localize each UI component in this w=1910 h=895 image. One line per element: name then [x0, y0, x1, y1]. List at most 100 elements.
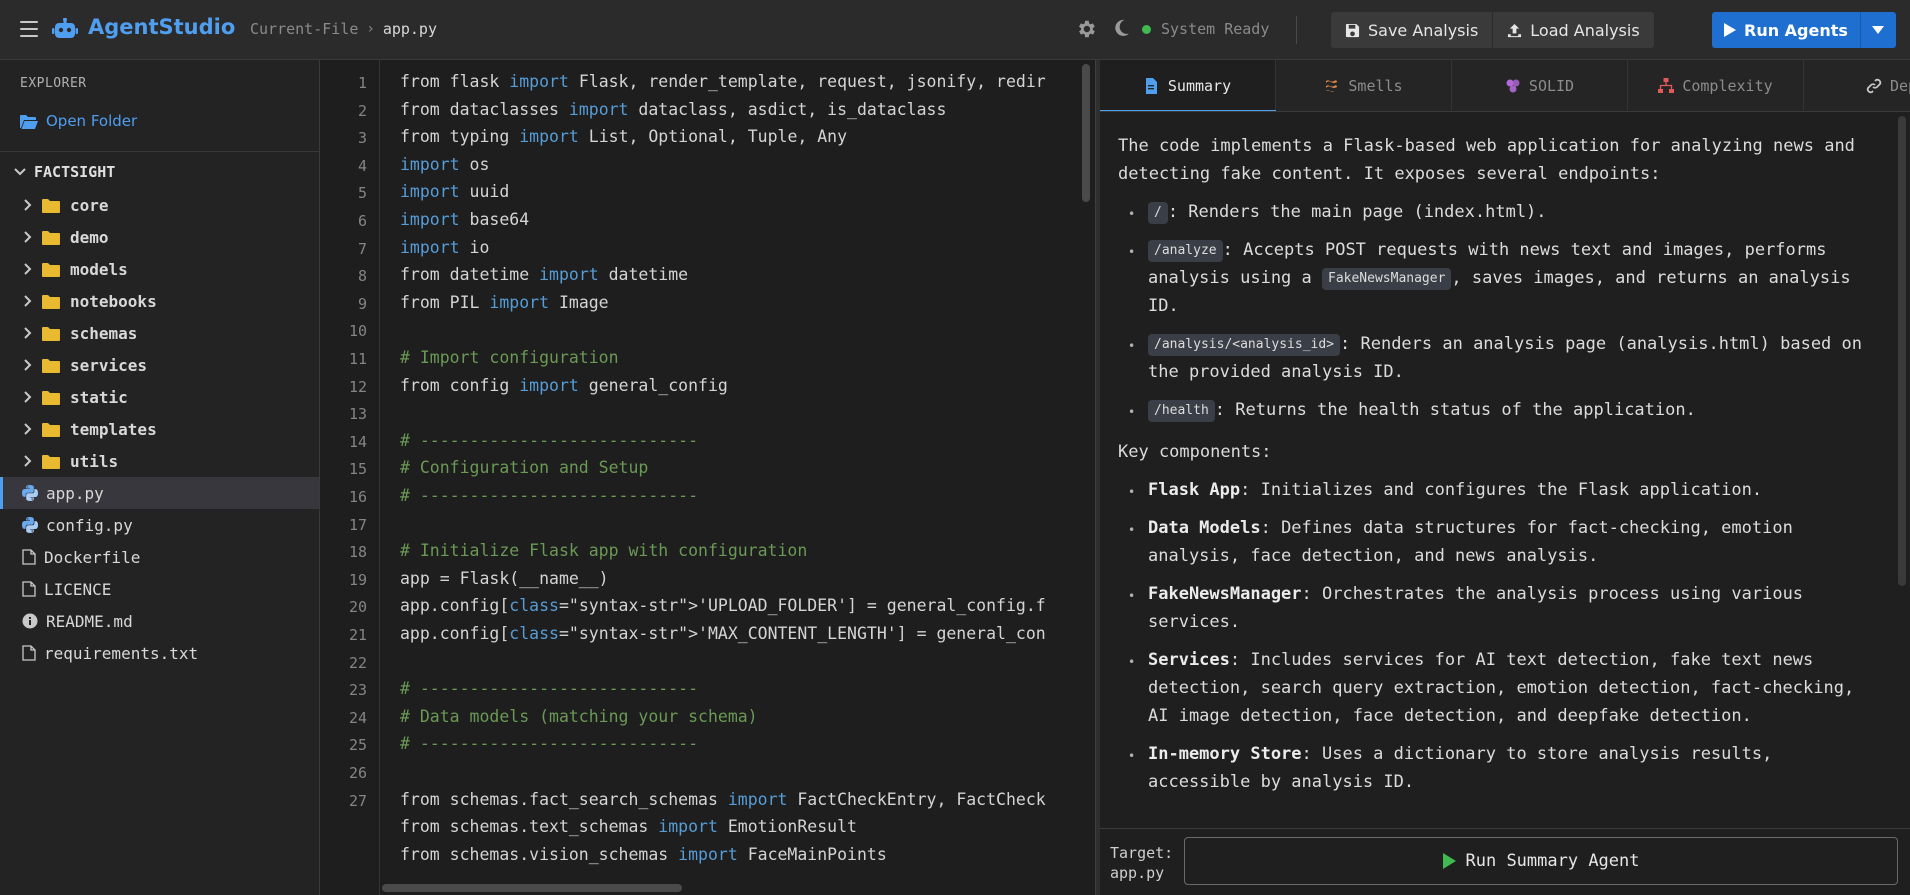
component-list: Flask App: Initializes and configures th… — [1118, 476, 1878, 796]
components-title: Key components: — [1118, 442, 1272, 462]
code-line: from PIL import Image — [400, 292, 609, 312]
tree-file-item[interactable]: config.py — [0, 509, 319, 541]
chevron-right-icon — [24, 199, 32, 211]
tree-folder-label: utils — [70, 451, 119, 471]
open-folder-button[interactable]: Open Folder — [20, 112, 137, 130]
run-agents-label: Run Agents — [1744, 20, 1848, 40]
file-explorer: EXPLORER Open Folder FACTSIGHT core demo m… — [0, 60, 320, 895]
code-line: from schemas.fact_search_schemas import … — [400, 789, 1046, 809]
folder-icon — [42, 422, 60, 437]
inline-code: FakeNewsManager — [1322, 268, 1452, 290]
tree-folder-core[interactable]: core — [0, 189, 319, 221]
moon-icon[interactable] — [1111, 18, 1131, 38]
line-number: 3 — [357, 129, 367, 148]
tree-folder-demo[interactable]: demo — [0, 221, 319, 253]
tree-folder-services[interactable]: services — [0, 349, 319, 381]
file-icon — [22, 549, 36, 565]
tree-folder-utils[interactable]: utils — [0, 445, 319, 477]
tree-folder-static[interactable]: static — [0, 381, 319, 413]
component-name: In-memory Store — [1148, 744, 1302, 764]
save-analysis-button[interactable]: Save Analysis — [1331, 12, 1492, 48]
code-line: from flask import Flask, render_template… — [400, 72, 1046, 91]
line-number: 13 — [348, 405, 367, 424]
tree-folder-templates[interactable]: templates — [0, 413, 319, 445]
code-line: from schemas.text_schemas import Emotion… — [400, 817, 857, 837]
code-area[interactable]: from flask import Flask, render_template… — [400, 60, 1090, 880]
tree-file-item[interactable]: Dockerfile — [0, 541, 319, 573]
chevron-right-icon — [24, 391, 32, 403]
gear-icon[interactable] — [1075, 18, 1097, 40]
folder-open-icon — [20, 114, 38, 129]
code-smell-icon — [1326, 80, 1338, 92]
tab-solid[interactable]: SOLID — [1452, 60, 1628, 111]
component-item: Data Models: Defines data structures for… — [1118, 514, 1878, 570]
breadcrumb-file: app.py — [382, 20, 437, 38]
load-analysis-button[interactable]: Load Analysis — [1492, 12, 1653, 48]
editor-vertical-scrollbar[interactable] — [1082, 64, 1090, 202]
line-number: 10 — [348, 322, 367, 341]
line-number: 4 — [357, 156, 367, 175]
tree-folder-models[interactable]: models — [0, 253, 319, 285]
tab-smells[interactable]: Smells — [1276, 60, 1452, 111]
tree-folder-label: services — [70, 355, 148, 375]
run-summary-agent-button[interactable]: Run Summary Agent — [1184, 837, 1898, 885]
line-number: 24 — [348, 708, 367, 727]
floppy-icon — [1345, 23, 1360, 37]
tree-file-item[interactable]: requirements.txt — [0, 637, 319, 669]
line-number: 7 — [357, 239, 367, 258]
menu-icon[interactable] — [20, 21, 38, 37]
line-number: 5 — [357, 184, 367, 203]
tree-file-label: README.md — [46, 611, 133, 631]
code-line: import base64 — [400, 210, 530, 229]
file-icon — [22, 645, 36, 661]
list-text: : Renders the main page (index.html). — [1167, 202, 1547, 222]
line-number: 21 — [348, 626, 367, 644]
tab-complexity[interactable]: Complexity — [1628, 60, 1804, 111]
code-line: from datetime import datetime — [400, 265, 689, 285]
component-item: Flask App: Initializes and configures th… — [1118, 476, 1878, 506]
status-text: System Ready — [1161, 20, 1270, 38]
component-name: Services — [1148, 650, 1230, 670]
chevron-right-icon — [24, 455, 32, 467]
tree-file-item[interactable]: README.md — [0, 605, 319, 637]
editor-horizontal-scrollbar[interactable] — [382, 884, 682, 892]
inline-code: / — [1148, 202, 1168, 224]
target-label: Target: app.py — [1110, 843, 1173, 883]
line-number: 27 — [348, 791, 367, 810]
breadcrumb-root[interactable]: Current-File — [250, 20, 358, 38]
component-name: Flask App — [1148, 480, 1241, 500]
code-line: from typing import List, Optional, Tuple… — [400, 127, 848, 147]
component-name: Data Models — [1148, 518, 1261, 538]
chevron-right-icon — [24, 359, 32, 371]
folder-icon — [42, 262, 60, 277]
chevron-right-icon — [24, 263, 32, 275]
tree-folder-label: core — [70, 195, 109, 215]
endpoint-list: /: Renders the main page (index.html). /a… — [1118, 198, 1878, 426]
tree-file-label: config.py — [46, 515, 133, 535]
tree-file-item[interactable]: app.py — [0, 477, 319, 509]
project-root[interactable]: FACTSIGHT — [14, 163, 115, 181]
analysis-button-group: Save Analysis Load Analysis — [1331, 12, 1654, 48]
chevron-right-icon — [24, 327, 32, 339]
save-analysis-label: Save Analysis — [1368, 20, 1479, 40]
folder-icon — [42, 294, 60, 309]
tab-dep[interactable]: Dep — [1804, 60, 1910, 111]
code-editor[interactable]: 1 2 3 4 5 6 7 8 9 10 11 12 13 14 15 16 17 18 19 20 21 22 23 24 2… — [320, 60, 1098, 895]
load-analysis-label: Load Analysis — [1530, 20, 1640, 40]
chevron-down-icon[interactable] — [1859, 12, 1896, 48]
tree-file-item[interactable]: LICENCE — [0, 573, 319, 605]
line-number: 22 — [348, 653, 367, 672]
project-name: FACTSIGHT — [34, 163, 116, 181]
tree-folder-notebooks[interactable]: notebooks — [0, 285, 319, 317]
run-agents-button[interactable]: Run Agents — [1712, 12, 1860, 48]
tree-folder-label: schemas — [70, 323, 138, 343]
line-number: 15 — [348, 460, 367, 479]
tab-summary[interactable]: Summary — [1100, 60, 1276, 111]
tree-folder-schemas[interactable]: schemas — [0, 317, 319, 349]
panel-scrollbar[interactable] — [1898, 116, 1906, 586]
endpoint-item: /analysis/<analysis_id>: Renders an anal… — [1118, 330, 1878, 386]
tab-label: Dep — [1889, 77, 1910, 95]
info-icon — [22, 613, 38, 629]
tree-file-label: Dockerfile — [44, 547, 141, 567]
breadcrumb: Current-File › app.py — [250, 20, 437, 38]
